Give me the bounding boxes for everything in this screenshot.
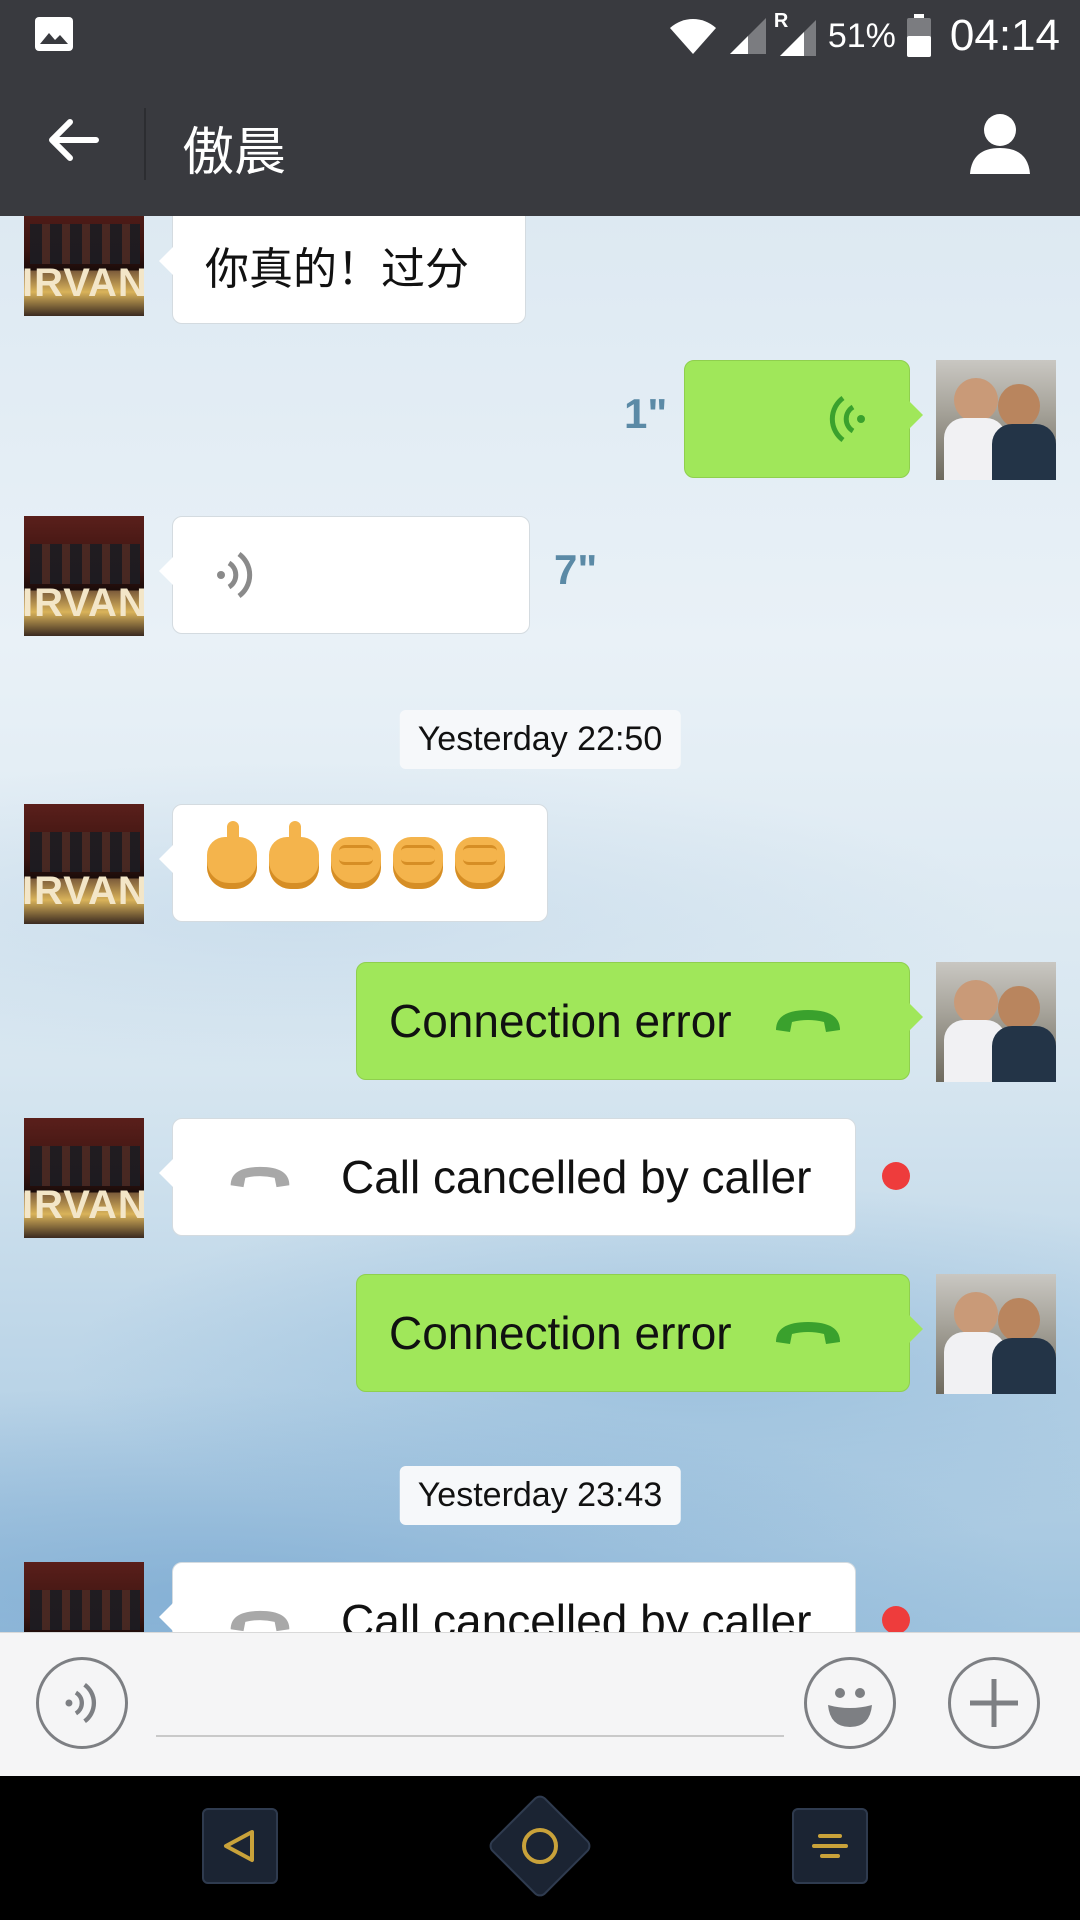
message-input[interactable] — [156, 1673, 784, 1737]
contact-avatar[interactable]: IRVANA — [24, 1562, 144, 1632]
call-message-incoming[interactable]: Call cancelled by caller — [159, 1562, 856, 1632]
voice-icon — [217, 551, 253, 599]
clock: 04:14 — [949, 11, 1060, 60]
voice-duration: 7" — [554, 546, 598, 593]
unread-dot — [882, 1606, 910, 1632]
voice-input-icon — [65, 1682, 96, 1724]
call-message-outgoing[interactable]: Connection error — [356, 1274, 923, 1392]
profile-button[interactable] — [966, 108, 1034, 176]
more-button[interactable] — [948, 1657, 1040, 1749]
voice-duration: 1" — [624, 390, 668, 437]
contact-avatar[interactable]: IRVANA — [24, 1118, 144, 1238]
emoji-button[interactable] — [804, 1657, 896, 1749]
contact-avatar[interactable]: IRVANA — [24, 804, 144, 924]
chat-title: 傲晨 — [182, 123, 287, 183]
message-bubble-incoming[interactable]: 你真的！过分 — [159, 216, 526, 324]
call-message-outgoing[interactable]: Connection error — [356, 962, 923, 1080]
roaming-signal-icon — [779, 20, 816, 56]
phone-hangup-icon — [775, 1322, 840, 1344]
gallery-icon — [35, 17, 73, 51]
emoji-message-incoming[interactable] — [159, 804, 548, 922]
nav-recents-icon — [812, 1834, 848, 1858]
call-status-text: Connection error — [389, 1307, 732, 1359]
my-avatar[interactable] — [936, 1274, 1056, 1394]
plus-icon — [970, 1679, 1018, 1727]
message-text: 你真的！过分 — [205, 244, 469, 295]
roaming-signal: R — [774, 10, 818, 58]
smiley-icon — [828, 1688, 872, 1727]
battery-percent: 51% — [827, 16, 896, 55]
voice-message-incoming[interactable] — [159, 516, 530, 634]
timestamp: Yesterday 22:50 — [399, 710, 681, 769]
raised-fist-emoji — [393, 837, 443, 889]
phone-hangup-icon — [230, 1610, 290, 1632]
nav-home-icon — [522, 1828, 558, 1864]
phone-hangup-icon — [230, 1166, 290, 1188]
voice-input-button[interactable] — [36, 1657, 128, 1749]
call-status-text: Call cancelled by caller — [341, 1595, 812, 1632]
nav-recents-button[interactable] — [792, 1808, 868, 1884]
my-avatar[interactable] — [936, 962, 1056, 1082]
back-button[interactable] — [44, 110, 104, 170]
call-status-text: Connection error — [389, 995, 732, 1047]
message-list[interactable]: IRVANA 你真的！过分 1" IRVANA 7" Yesterday 22:… — [0, 216, 1080, 1632]
signal-icon — [729, 18, 766, 54]
status-icons: R 51% 04:14 — [668, 8, 1060, 64]
status-bar: R 51% 04:14 — [0, 0, 1080, 72]
pointing-up-hand-emoji — [207, 821, 257, 889]
call-message-incoming[interactable]: Call cancelled by caller — [159, 1118, 856, 1236]
pointing-up-hand-emoji — [269, 821, 319, 889]
contact-avatar[interactable]: IRVANA — [24, 516, 144, 636]
header-divider — [144, 108, 146, 180]
raised-fist-emoji — [455, 837, 505, 889]
timestamp: Yesterday 23:43 — [399, 1466, 681, 1525]
emoji-row — [173, 821, 505, 889]
nav-back-icon — [224, 1830, 254, 1862]
voice-playing-icon — [829, 395, 865, 443]
phone-hangup-icon — [775, 1010, 840, 1032]
nav-home-button[interactable] — [486, 1792, 594, 1900]
my-avatar[interactable] — [936, 360, 1056, 480]
wifi-icon — [669, 19, 716, 54]
chat-header: 傲晨 — [0, 72, 1080, 216]
unread-dot — [882, 1162, 910, 1190]
battery-icon — [906, 14, 931, 57]
input-bar — [0, 1632, 1080, 1777]
voice-message-outgoing[interactable] — [684, 360, 923, 478]
call-status-text: Call cancelled by caller — [341, 1151, 812, 1203]
contact-avatar[interactable]: IRVANA — [24, 216, 144, 316]
raised-fist-emoji — [331, 837, 381, 889]
nav-back-button[interactable] — [202, 1808, 278, 1884]
navigation-bar — [0, 1776, 1080, 1920]
